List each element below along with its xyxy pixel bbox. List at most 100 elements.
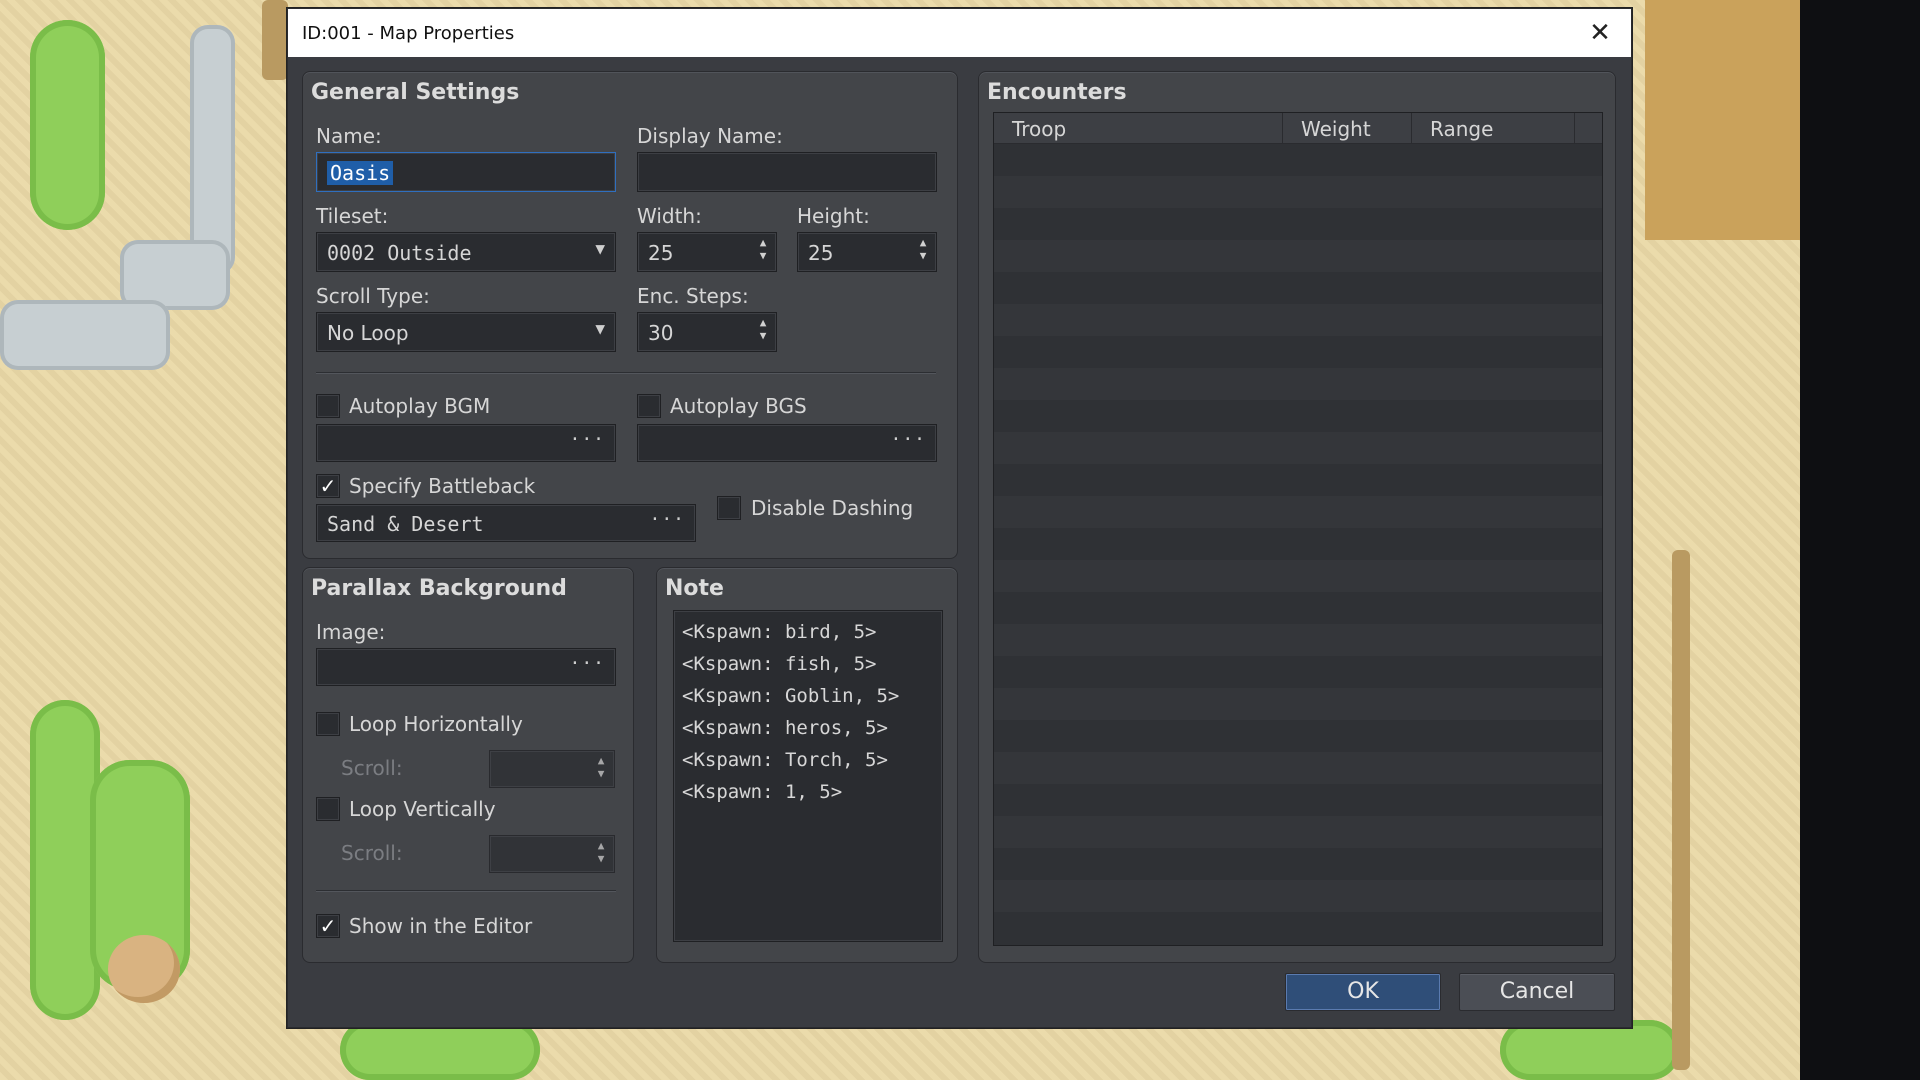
height-label: Height: bbox=[797, 204, 870, 228]
table-row[interactable] bbox=[994, 880, 1602, 912]
name-input[interactable]: Oasis bbox=[316, 152, 616, 192]
enc-steps-label: Enc. Steps: bbox=[637, 284, 749, 308]
enc-steps-spinner[interactable]: 30 ▲ ▼ bbox=[637, 312, 777, 352]
display-name-label: Display Name: bbox=[637, 124, 783, 148]
black-strip bbox=[1800, 0, 1920, 1080]
table-row[interactable] bbox=[994, 688, 1602, 720]
autoplay-bgs-field[interactable]: ··· bbox=[637, 424, 937, 462]
encounters-title: Encounters bbox=[987, 80, 1127, 105]
scroll-v-spinner[interactable]: ▲ ▼ bbox=[489, 835, 615, 873]
table-row[interactable] bbox=[994, 912, 1602, 944]
rock-decoration bbox=[108, 935, 180, 1003]
specify-battleback-checkbox[interactable]: ✓ bbox=[316, 474, 340, 498]
ellipsis-icon[interactable]: ··· bbox=[569, 429, 605, 450]
note-panel: Note <Kspawn: bird, 5> <Kspawn: fish, 5>… bbox=[656, 567, 958, 963]
image-label: Image: bbox=[316, 620, 386, 644]
fence-decoration bbox=[262, 0, 288, 80]
ellipsis-icon[interactable]: ··· bbox=[890, 429, 926, 450]
table-row[interactable] bbox=[994, 848, 1602, 880]
table-row[interactable] bbox=[994, 144, 1602, 176]
scroll-type-select[interactable]: No Loop ▼ bbox=[316, 312, 616, 352]
autoplay-bgs-label: Autoplay BGS bbox=[670, 394, 807, 418]
stone-path-decoration bbox=[0, 300, 170, 370]
divider bbox=[316, 372, 936, 374]
autoplay-bgm-checkbox[interactable] bbox=[316, 394, 340, 418]
table-row[interactable] bbox=[994, 752, 1602, 784]
bush-decoration bbox=[340, 1020, 540, 1080]
note-line: <Kspawn: fish, 5> bbox=[682, 653, 877, 675]
tileset-label: Tileset: bbox=[316, 204, 389, 228]
table-row[interactable] bbox=[994, 208, 1602, 240]
ellipsis-icon[interactable]: ··· bbox=[569, 653, 605, 674]
spinner-icon[interactable]: ▲ ▼ bbox=[756, 236, 770, 266]
table-row[interactable] bbox=[994, 240, 1602, 272]
table-row[interactable] bbox=[994, 560, 1602, 592]
table-row[interactable] bbox=[994, 816, 1602, 848]
ok-button[interactable]: OK bbox=[1285, 973, 1441, 1011]
parallax-title: Parallax Background bbox=[311, 576, 567, 601]
table-row[interactable] bbox=[994, 400, 1602, 432]
note-line: <Kspawn: bird, 5> bbox=[682, 621, 877, 643]
table-row[interactable] bbox=[994, 784, 1602, 816]
width-value: 25 bbox=[648, 241, 674, 265]
parallax-background-panel: Parallax Background Image: ··· Loop Hori… bbox=[302, 567, 634, 963]
column-header-troop[interactable]: Troop bbox=[994, 113, 1283, 144]
cancel-button[interactable]: Cancel bbox=[1459, 973, 1615, 1011]
height-spinner[interactable]: 25 ▲ ▼ bbox=[797, 232, 937, 272]
column-header-weight[interactable]: Weight bbox=[1283, 113, 1412, 144]
autoplay-bgm-field[interactable]: ··· bbox=[316, 424, 616, 462]
autoplay-bgs-checkbox[interactable] bbox=[637, 394, 661, 418]
table-row[interactable] bbox=[994, 432, 1602, 464]
table-row[interactable] bbox=[994, 272, 1602, 304]
tileset-select[interactable]: 0002 Outside ▼ bbox=[316, 232, 616, 272]
encounters-panel: Encounters Troop Weight Range bbox=[978, 71, 1616, 963]
loop-vertically-label: Loop Vertically bbox=[349, 797, 496, 821]
width-spinner[interactable]: 25 ▲ ▼ bbox=[637, 232, 777, 272]
table-row[interactable] bbox=[994, 528, 1602, 560]
column-header-extra bbox=[1575, 113, 1602, 144]
parallax-image-field[interactable]: ··· bbox=[316, 648, 616, 686]
table-row[interactable] bbox=[994, 176, 1602, 208]
note-textarea[interactable]: <Kspawn: bird, 5> <Kspawn: fish, 5> <Ksp… bbox=[673, 610, 943, 942]
table-row[interactable] bbox=[994, 368, 1602, 400]
title-bar: ID:001 - Map Properties ✕ bbox=[288, 9, 1631, 57]
column-header-range[interactable]: Range bbox=[1412, 113, 1575, 144]
show-in-editor-checkbox[interactable]: ✓ bbox=[316, 914, 340, 938]
encounters-table[interactable]: Troop Weight Range bbox=[993, 112, 1603, 946]
battleback-value: Sand & Desert bbox=[327, 512, 484, 536]
display-name-input[interactable] bbox=[637, 152, 937, 192]
spinner-icon[interactable]: ▲ ▼ bbox=[916, 236, 930, 266]
general-settings-title: General Settings bbox=[311, 80, 520, 105]
tileset-value: 0002 Outside bbox=[327, 241, 472, 265]
table-row[interactable] bbox=[994, 496, 1602, 528]
table-row[interactable] bbox=[994, 336, 1602, 368]
height-value: 25 bbox=[808, 241, 834, 265]
table-row[interactable] bbox=[994, 304, 1602, 336]
scroll-v-label: Scroll: bbox=[341, 841, 403, 865]
table-row[interactable] bbox=[994, 720, 1602, 752]
spinner-icon[interactable]: ▲ ▼ bbox=[756, 316, 770, 346]
disable-dashing-checkbox[interactable] bbox=[717, 496, 741, 520]
table-row[interactable] bbox=[994, 656, 1602, 688]
spinner-icon[interactable]: ▲ ▼ bbox=[594, 839, 608, 869]
disable-dashing-label: Disable Dashing bbox=[751, 496, 914, 520]
scroll-h-label: Scroll: bbox=[341, 756, 403, 780]
note-line: <Kspawn: Goblin, 5> bbox=[682, 685, 900, 707]
loop-horizontally-checkbox[interactable] bbox=[316, 712, 340, 736]
battleback-field[interactable]: Sand & Desert ··· bbox=[316, 504, 696, 542]
name-label: Name: bbox=[316, 124, 382, 148]
ellipsis-icon[interactable]: ··· bbox=[649, 509, 685, 530]
loop-vertically-checkbox[interactable] bbox=[316, 797, 340, 821]
table-row[interactable] bbox=[994, 592, 1602, 624]
fence-decoration bbox=[1672, 550, 1690, 1070]
note-line: <Kspawn: heros, 5> bbox=[682, 717, 888, 739]
cliff-decoration bbox=[1645, 0, 1800, 240]
table-row[interactable] bbox=[994, 464, 1602, 496]
note-title: Note bbox=[665, 576, 724, 601]
loop-horizontally-label: Loop Horizontally bbox=[349, 712, 523, 736]
spinner-icon[interactable]: ▲ ▼ bbox=[594, 754, 608, 784]
close-icon[interactable]: ✕ bbox=[1583, 16, 1617, 50]
scroll-h-spinner[interactable]: ▲ ▼ bbox=[489, 750, 615, 788]
show-in-editor-label: Show in the Editor bbox=[349, 914, 533, 938]
table-row[interactable] bbox=[994, 624, 1602, 656]
